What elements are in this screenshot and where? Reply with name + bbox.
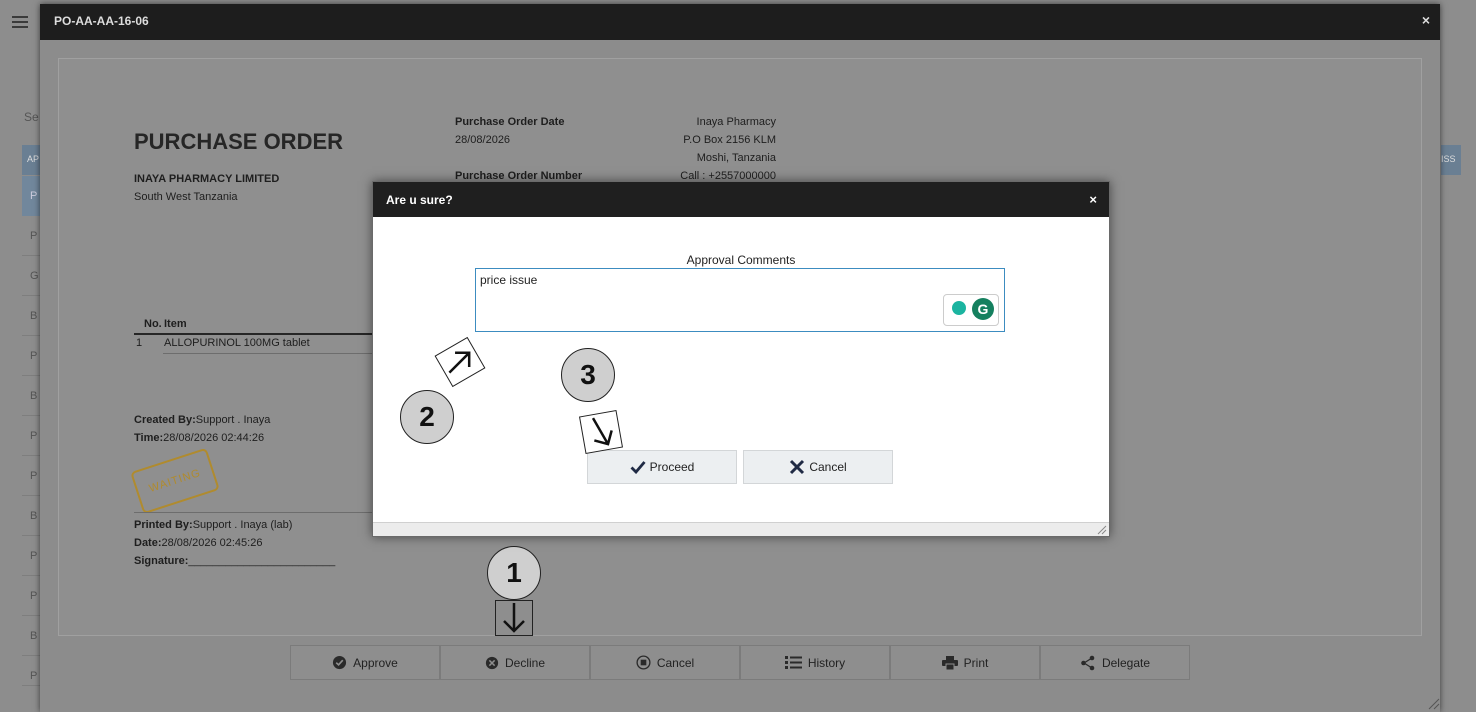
step-3-arrow-icon bbox=[578, 409, 624, 455]
item-row-name: ALLOPURINOL 100MG tablet bbox=[164, 337, 310, 349]
decline-label: Decline bbox=[504, 655, 546, 670]
x-circle-icon bbox=[485, 656, 499, 669]
address-po-box: P.O Box 2156 KLM bbox=[683, 134, 776, 146]
share-icon bbox=[1081, 655, 1095, 670]
check-circle-icon bbox=[333, 655, 347, 670]
decline-button[interactable]: Decline bbox=[440, 645, 590, 680]
created-by: Created By:Support . Inaya bbox=[134, 414, 271, 426]
step-1-arrow-icon bbox=[495, 600, 533, 636]
proceed-button[interactable]: Proceed bbox=[587, 450, 737, 484]
approval-comments-label: Approval Comments bbox=[686, 253, 796, 267]
cancel-order-label: Cancel bbox=[656, 655, 695, 670]
resize-grip-icon[interactable] bbox=[1097, 525, 1107, 535]
background-row[interactable]: P bbox=[22, 336, 40, 376]
document-title: PO-AA-AA-16-06 bbox=[54, 14, 149, 28]
background-header-right: ISS bbox=[1441, 145, 1461, 175]
background-row[interactable]: B bbox=[22, 296, 40, 336]
po-date-value: 28/08/2026 bbox=[455, 134, 511, 146]
address-city: Moshi, Tanzania bbox=[696, 152, 776, 164]
delegate-label: Delegate bbox=[1101, 655, 1151, 670]
created-time: Time:28/08/2026 02:44:26 bbox=[134, 432, 265, 444]
dialog-titlebar: Are u sure? × bbox=[373, 182, 1109, 217]
menu-icon[interactable] bbox=[12, 16, 28, 28]
list-icon bbox=[784, 656, 802, 669]
background-row[interactable]: P bbox=[22, 656, 40, 686]
item-row-no: 1 bbox=[136, 337, 143, 349]
column-header-item: Item bbox=[164, 318, 187, 330]
column-header-no: No. bbox=[144, 318, 162, 330]
cancel-order-button[interactable]: Cancel bbox=[590, 645, 740, 680]
printed-by: Printed By:Support . Inaya (lab) bbox=[134, 519, 293, 531]
window-resize-icon[interactable] bbox=[1428, 698, 1440, 710]
document-titlebar: PO-AA-AA-16-06 × bbox=[40, 4, 1440, 40]
approve-button[interactable]: Approve bbox=[290, 645, 440, 680]
print-button[interactable]: Print bbox=[890, 645, 1040, 680]
cancel-button[interactable]: Cancel bbox=[743, 450, 893, 484]
grammarly-bulb-icon[interactable] bbox=[952, 301, 966, 315]
background-row[interactable]: B bbox=[22, 376, 40, 416]
dialog-close-icon[interactable]: × bbox=[1089, 192, 1097, 207]
company-name: INAYA PHARMACY LIMITED bbox=[134, 173, 280, 185]
grammarly-widget[interactable]: G bbox=[943, 294, 999, 326]
background-row[interactable]: B bbox=[22, 616, 40, 656]
signature-line: Signature:________________________ bbox=[134, 555, 336, 567]
checkmark-icon bbox=[630, 461, 646, 474]
action-bar: Approve Decline Cancel History Print Del… bbox=[290, 645, 1190, 680]
company-region: South West Tanzania bbox=[134, 191, 238, 203]
approval-comments-input[interactable]: price issue bbox=[475, 268, 1005, 332]
address-name: Inaya Pharmacy bbox=[696, 116, 776, 128]
stop-circle-icon bbox=[636, 655, 651, 670]
background-row[interactable]: G bbox=[22, 256, 40, 296]
step-3-marker: 3 bbox=[561, 348, 615, 402]
background-row[interactable]: B bbox=[22, 496, 40, 536]
delegate-button[interactable]: Delegate bbox=[1040, 645, 1190, 680]
history-button[interactable]: History bbox=[740, 645, 890, 680]
cancel-label: Cancel bbox=[809, 460, 847, 474]
background-row[interactable]: P bbox=[22, 216, 40, 256]
dialog-footer bbox=[373, 522, 1109, 536]
po-heading: PURCHASE ORDER bbox=[134, 129, 344, 154]
background-row[interactable]: P bbox=[22, 536, 40, 576]
background-row-selected[interactable]: P bbox=[22, 176, 40, 216]
grammarly-g-icon[interactable]: G bbox=[972, 298, 994, 320]
step-1-marker: 1 bbox=[487, 546, 541, 600]
printer-icon bbox=[941, 655, 958, 670]
background-header: AP bbox=[22, 145, 40, 175]
confirm-dialog: Are u sure? × Approval Comments price is… bbox=[372, 181, 1110, 537]
background-row[interactable]: P bbox=[22, 456, 40, 496]
print-label: Print bbox=[963, 655, 989, 670]
printed-date: Date:28/08/2026 02:45:26 bbox=[134, 537, 263, 549]
proceed-label: Proceed bbox=[649, 460, 695, 474]
history-label: History bbox=[807, 655, 846, 670]
document-close-icon[interactable]: × bbox=[1422, 12, 1430, 28]
po-date-label: Purchase Order Date bbox=[455, 116, 565, 128]
background-row[interactable]: P bbox=[22, 576, 40, 616]
background-search-text: Se bbox=[24, 110, 39, 124]
background-row[interactable]: P bbox=[22, 416, 40, 456]
waiting-stamp: WAITING bbox=[130, 447, 220, 515]
approve-label: Approve bbox=[353, 655, 398, 670]
step-2-marker: 2 bbox=[400, 390, 454, 444]
close-icon bbox=[790, 459, 805, 475]
dialog-title: Are u sure? bbox=[386, 193, 453, 207]
